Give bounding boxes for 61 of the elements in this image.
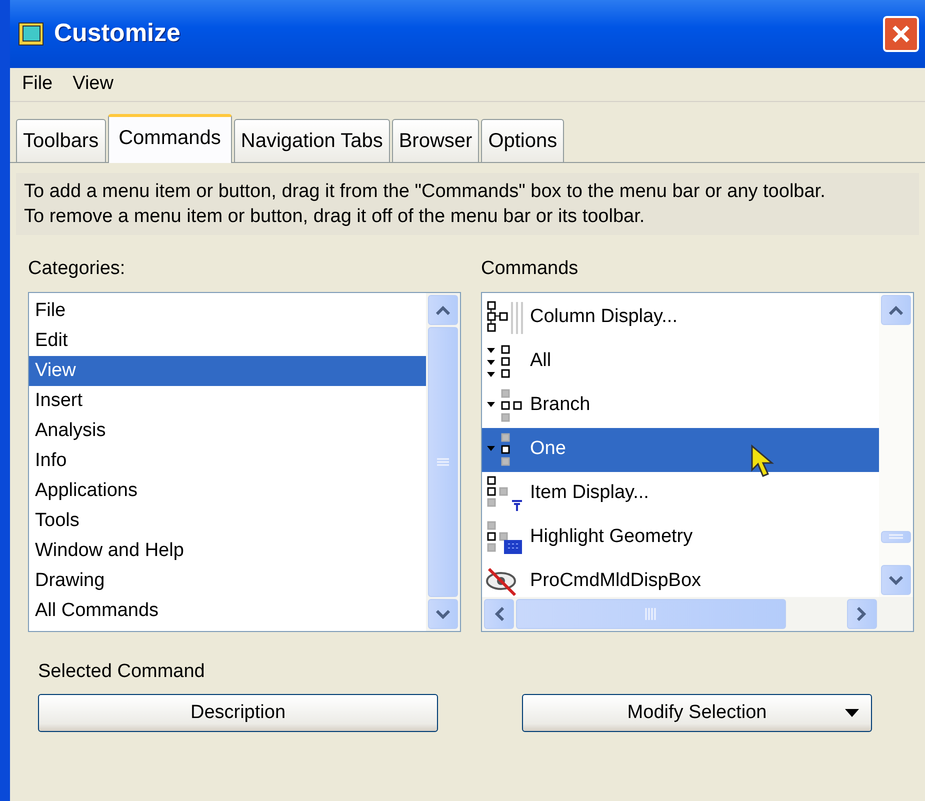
list-item[interactable]: All bbox=[482, 340, 879, 384]
grip-icon bbox=[437, 456, 449, 466]
close-button[interactable] bbox=[883, 16, 919, 52]
columns-icon bbox=[486, 300, 524, 334]
scroll-up-button[interactable] bbox=[428, 294, 458, 324]
list-item[interactable]: Column Display... bbox=[482, 296, 879, 340]
chevron-up-icon bbox=[436, 304, 450, 314]
scrollbar-thumb[interactable] bbox=[881, 530, 911, 542]
tree-display-icon bbox=[486, 476, 523, 512]
commands-label: Commands bbox=[481, 257, 580, 281]
list-item[interactable]: ProCmdMldDispBox bbox=[482, 560, 879, 596]
app-icon bbox=[18, 22, 44, 46]
grip-icon bbox=[644, 608, 658, 620]
list-item[interactable]: Highlight Geometry bbox=[482, 516, 879, 560]
tree-expand-icon bbox=[486, 344, 511, 378]
scrollbar-thumb[interactable] bbox=[516, 598, 786, 628]
list-item[interactable]: Tools bbox=[29, 506, 426, 536]
instruction-text: To remove a menu item or button, drag it off of the menu bar or its toolbar. bbox=[24, 205, 646, 229]
scrollbar-thumb[interactable] bbox=[428, 326, 458, 596]
menu-item[interactable]: View bbox=[64, 70, 122, 99]
tab[interactable]: Navigation Tabs bbox=[234, 119, 390, 162]
tab[interactable]: Toolbars bbox=[16, 119, 106, 162]
scroll-down-button[interactable] bbox=[881, 564, 911, 594]
scroll-down-button[interactable] bbox=[428, 598, 458, 628]
tree-branch-icon bbox=[486, 388, 523, 422]
scroll-right-button[interactable] bbox=[847, 598, 877, 628]
tab[interactable]: Options bbox=[481, 119, 564, 162]
list-item[interactable]: Edit bbox=[29, 326, 426, 356]
list-item[interactable]: Window and Help bbox=[29, 536, 426, 566]
list-item[interactable]: View bbox=[29, 356, 426, 386]
list-item[interactable]: Analysis bbox=[29, 416, 426, 446]
categories-label: Categories: bbox=[28, 257, 126, 281]
window-title: Customize bbox=[54, 18, 180, 50]
list-item[interactable]: Branch bbox=[482, 384, 879, 428]
list-item[interactable]: Info bbox=[29, 446, 426, 476]
dropdown-button[interactable]: Modify Selection bbox=[522, 694, 872, 732]
list-item[interactable]: Insert bbox=[29, 386, 426, 416]
list-item[interactable]: Item Display... bbox=[482, 472, 879, 516]
list-item[interactable]: All Commands bbox=[29, 596, 426, 626]
caret-icon bbox=[845, 709, 859, 717]
list-item[interactable]: Drawing bbox=[29, 566, 426, 596]
section-label: Selected Command bbox=[38, 660, 206, 684]
chevron-up-icon bbox=[889, 304, 903, 314]
menu-item[interactable]: File bbox=[14, 70, 61, 99]
highlight-tree-icon bbox=[486, 520, 523, 554]
chevron-right-icon bbox=[857, 606, 867, 620]
grip-icon bbox=[889, 534, 903, 540]
close-icon bbox=[891, 24, 911, 44]
chevron-left-icon bbox=[494, 606, 504, 620]
list-item[interactable]: File bbox=[29, 296, 426, 326]
description-button[interactable]: Description bbox=[38, 694, 438, 732]
mouse-pointer-icon bbox=[750, 444, 776, 480]
instruction-text: To add a menu item or button, drag it from the "Commands" box to the menu bar or any toolbar. bbox=[24, 180, 826, 204]
chevron-down-icon bbox=[436, 608, 450, 618]
chevron-down-icon bbox=[889, 574, 903, 584]
scroll-left-button[interactable] bbox=[484, 598, 514, 628]
tab[interactable]: Commands bbox=[108, 114, 232, 163]
list-item[interactable]: Applications bbox=[29, 476, 426, 506]
tab[interactable]: Browser bbox=[392, 119, 480, 162]
tree-node-icon bbox=[486, 432, 511, 466]
scroll-up-button[interactable] bbox=[881, 294, 911, 324]
